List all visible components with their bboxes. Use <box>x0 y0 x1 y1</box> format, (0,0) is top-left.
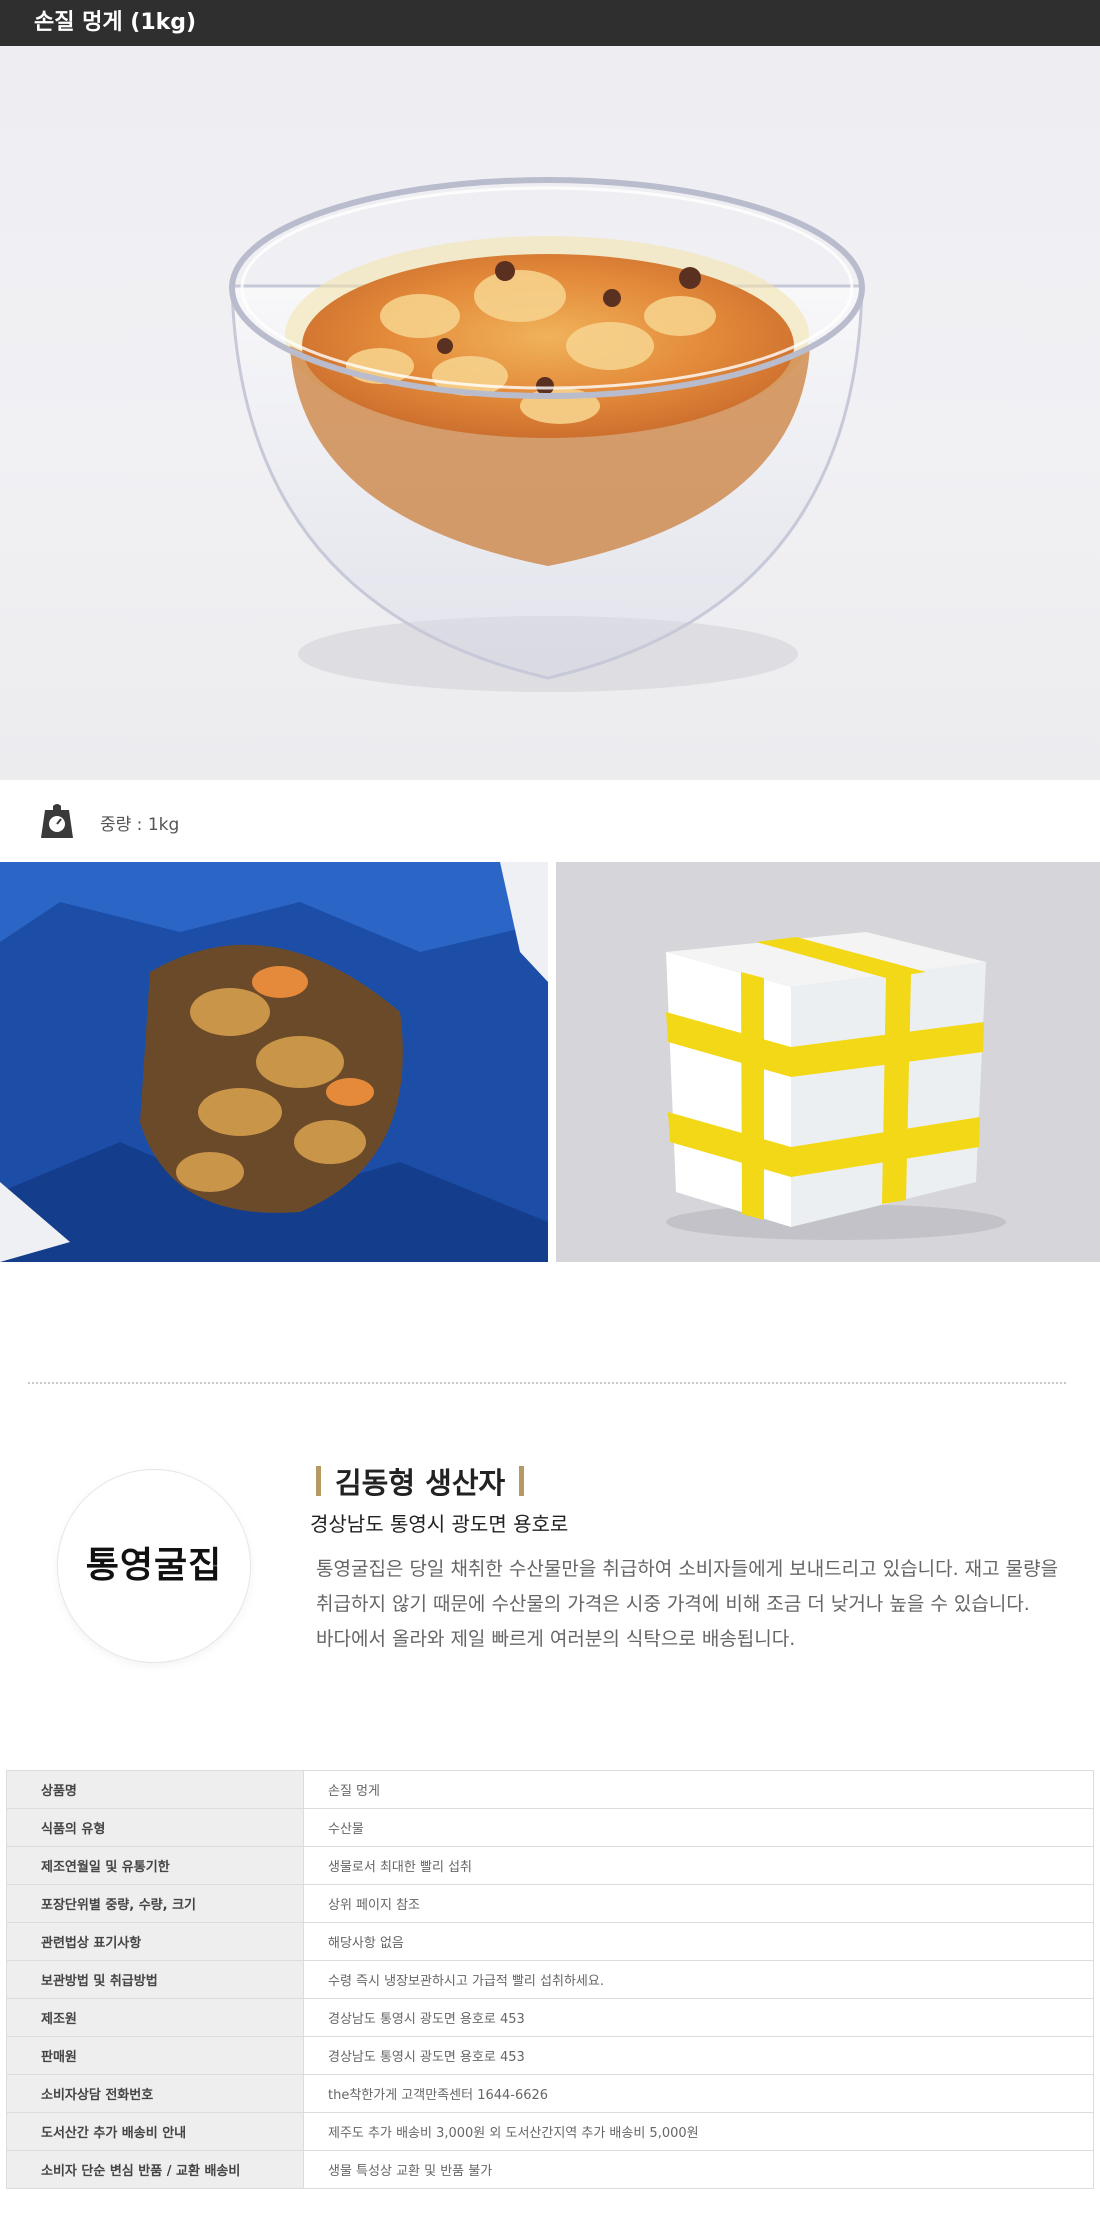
table-row: 식품의 유형 수산물 <box>6 1808 1094 1847</box>
row-label: 제조연월일 및 유통기한 <box>6 1846 304 1885</box>
table-row: 제조원 경상남도 통영시 광도면 용호로 453 <box>6 1998 1094 2037</box>
description-line: 바다에서 올라와 제일 빠르게 여러분의 식탁으로 배송됩니다. <box>316 1628 796 1650</box>
table-row: 소비자상담 전화번호 the착한가게 고객만족센터 1644-6626 <box>6 2074 1094 2113</box>
scale-icon <box>41 804 73 838</box>
row-value: 수산물 <box>303 1808 1094 1847</box>
row-label: 보관방법 및 취급방법 <box>6 1960 304 1999</box>
row-label: 판매원 <box>6 2036 304 2075</box>
table-row: 판매원 경상남도 통영시 광도면 용호로 453 <box>6 2036 1094 2075</box>
description-line: 통영굴집은 당일 채취한 수산물만을 취급하여 소비자들에게 보내드리고 있습니… <box>316 1558 1059 1580</box>
row-value: 해당사항 없음 <box>303 1922 1094 1961</box>
table-row: 보관방법 및 취급방법 수령 즉시 냉장보관하시고 가급적 빨리 섭취하세요. <box>6 1960 1094 1999</box>
table-row: 도서산간 추가 배송비 안내 제주도 추가 배송비 3,000원 외 도서산간지역… <box>6 2112 1094 2151</box>
row-label: 제조원 <box>6 1998 304 2037</box>
table-row: 제조연월일 및 유통기한 생물로서 최대한 빨리 섭취 <box>6 1846 1094 1885</box>
table-row: 소비자 단순 변심 반품 / 교환 배송비 생물 특성상 교환 및 반품 불가 <box>6 2150 1094 2189</box>
row-value: 경상남도 통영시 광도면 용호로 453 <box>303 2036 1094 2075</box>
sea-squirt-bowl-image <box>229 177 865 692</box>
row-label: 상품명 <box>6 1770 304 1809</box>
row-label: 소비자 단순 변심 반품 / 교환 배송비 <box>6 2150 304 2189</box>
styrofoam-box-photo <box>556 862 1100 1262</box>
producer-logo-text: 통영굴집 <box>85 1545 223 1586</box>
row-value: 상위 페이지 참조 <box>303 1884 1094 1923</box>
table-row: 관련법상 표기사항 해당사항 없음 <box>6 1922 1094 1961</box>
row-value: 손질 멍게 <box>303 1770 1094 1809</box>
row-label: 관련법상 표기사항 <box>6 1922 304 1961</box>
table-row: 상품명 손질 멍게 <box>6 1770 1094 1809</box>
row-label: 식품의 유형 <box>6 1808 304 1847</box>
description-line: 취급하지 않기 때문에 수산물의 가격은 시중 가격에 비해 조금 더 낮거나 … <box>316 1593 1030 1615</box>
product-info-table: 상품명 손질 멍게 식품의 유형 수산물 제조연월일 및 유통기한 생물로서 최대한 … <box>6 1770 1094 2189</box>
title-accent-bar <box>316 1466 321 1496</box>
producer-address: 경상남도 통영시 광도면 용호로 <box>310 1512 569 1536</box>
producer-name: 김동형 생산자 <box>316 1460 525 1502</box>
row-value: 생물 특성상 교환 및 반품 불가 <box>303 2150 1094 2189</box>
producer-name-text: 김동형 생산자 <box>335 1466 506 1500</box>
product-main-image <box>0 46 1100 780</box>
row-label: 소비자상담 전화번호 <box>6 2074 304 2113</box>
page-title: 손질 멍게 (1kg) <box>0 0 1100 46</box>
producer-description: 통영굴집은 당일 채취한 수산물만을 취급하여 소비자들에게 보내드리고 있습니… <box>316 1552 1076 1657</box>
row-value: 경상남도 통영시 광도면 용호로 453 <box>303 1998 1094 2037</box>
section-divider <box>28 1382 1066 1384</box>
row-value: 생물로서 최대한 빨리 섭취 <box>303 1846 1094 1885</box>
row-label: 포장단위별 중량, 수량, 크기 <box>6 1884 304 1923</box>
weight-info: 중량 : 1kg <box>0 780 1100 862</box>
row-value: the착한가게 고객만족센터 1644-6626 <box>303 2074 1094 2113</box>
row-label: 도서산간 추가 배송비 안내 <box>6 2112 304 2151</box>
row-value: 수령 즉시 냉장보관하시고 가급적 빨리 섭취하세요. <box>303 1960 1094 1999</box>
packaging-bag-photo <box>0 862 548 1262</box>
title-accent-bar <box>519 1466 525 1496</box>
table-row: 포장단위별 중량, 수량, 크기 상위 페이지 참조 <box>6 1884 1094 1923</box>
weight-label: 중량 : 1kg <box>100 815 180 835</box>
producer-logo: 통영굴집 <box>58 1470 250 1662</box>
row-value: 제주도 추가 배송비 3,000원 외 도서산간지역 추가 배송비 5,000원 <box>303 2112 1094 2151</box>
